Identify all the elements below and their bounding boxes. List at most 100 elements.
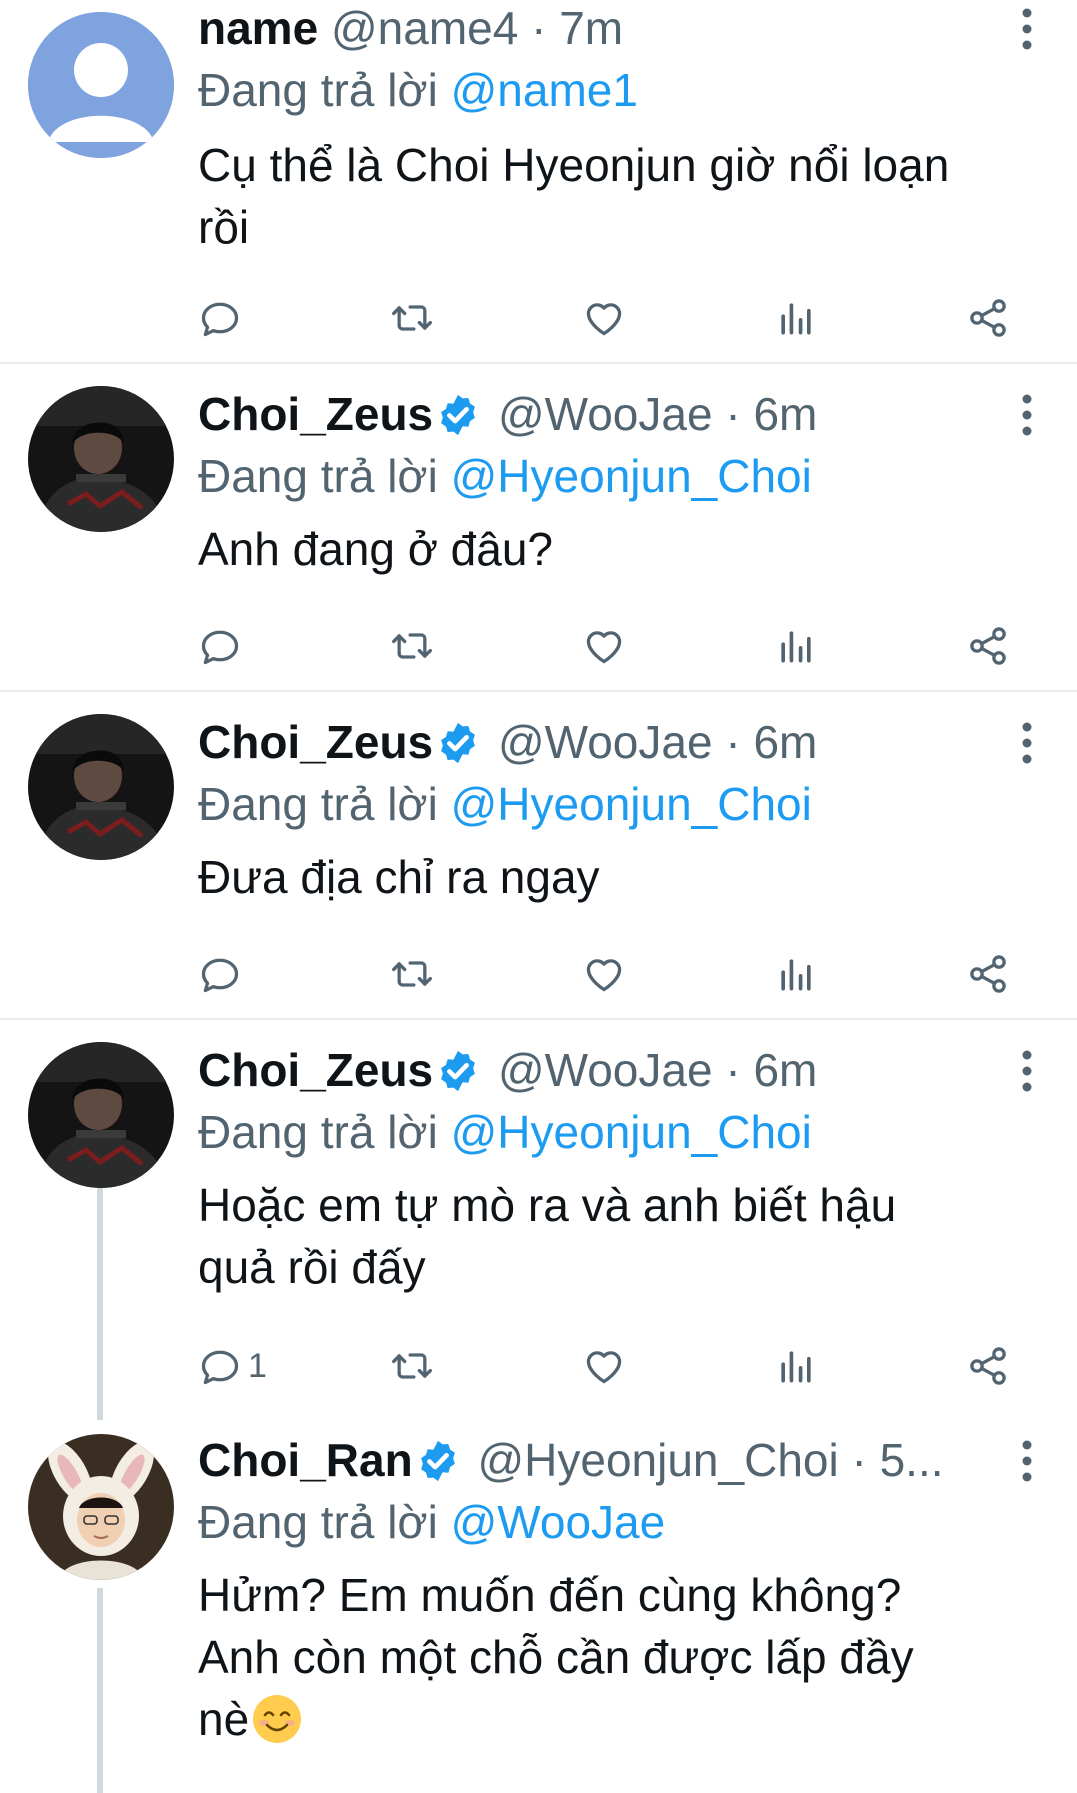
handle[interactable]: @Hyeonjun_Choi	[477, 1434, 838, 1486]
tweet[interactable]: Choi_Zeus @WooJae · 6m Đang trả lời @Hye…	[0, 364, 1077, 690]
avatar[interactable]	[28, 1434, 174, 1580]
default-user-icon	[28, 12, 174, 158]
timestamp[interactable]: · 6m	[725, 388, 817, 440]
tweet-text: Hửm? Em muốn đến cùng không? Anh còn một…	[198, 1564, 1037, 1750]
retweet-button[interactable]	[390, 944, 434, 1004]
share-button[interactable]	[966, 1336, 1010, 1396]
more-options-icon	[1022, 394, 1032, 436]
verified-badge-svg	[441, 1050, 476, 1092]
display-name[interactable]: Choi_Zeus	[198, 1044, 433, 1096]
share-icon	[970, 299, 1006, 337]
reply-button[interactable]	[198, 944, 248, 1004]
retweet-button[interactable]	[390, 288, 434, 348]
retweet-icon	[392, 961, 432, 987]
reply-prefix: Đang trả lời	[198, 64, 438, 116]
reply-prefix: Đang trả lời	[198, 778, 438, 830]
smiling-face-emoji	[251, 1693, 303, 1745]
user-photo-dark	[28, 714, 174, 860]
retweet-button[interactable]	[390, 616, 434, 676]
reply-button[interactable]: 1	[198, 1336, 267, 1396]
more-options-icon	[1022, 1440, 1032, 1482]
action-bar	[0, 616, 1077, 676]
reply-to-mention[interactable]: @Hyeonjun_Choi	[451, 1106, 812, 1158]
reply-prefix: Đang trả lời	[198, 1496, 438, 1548]
like-button[interactable]	[582, 288, 626, 348]
more-options-button[interactable]	[1007, 1436, 1047, 1486]
verified-badge-svg	[441, 722, 476, 764]
views-button[interactable]	[774, 944, 818, 1004]
reply-icon	[201, 302, 239, 337]
share-icon	[970, 627, 1006, 665]
more-options-button[interactable]	[1007, 718, 1047, 768]
tweet-header: name @name4 · 7m	[198, 0, 997, 56]
views-button[interactable]	[774, 288, 818, 348]
share-button[interactable]	[966, 616, 1010, 676]
reply-to-mention[interactable]: @name1	[451, 64, 638, 116]
retweet-icon	[392, 633, 432, 659]
avatar[interactable]	[28, 386, 174, 532]
like-button[interactable]	[582, 1336, 626, 1396]
reply-prefix: Đang trả lời	[198, 450, 438, 502]
display-name[interactable]: name	[198, 2, 318, 54]
user-photo-dark	[28, 1042, 174, 1188]
tweet-text: Hoặc em tự mò ra và anh biết hậu quả rồi…	[198, 1179, 897, 1293]
reply-to-mention[interactable]: @Hyeonjun_Choi	[451, 450, 812, 502]
share-icon	[970, 1347, 1006, 1385]
views-button[interactable]	[774, 1336, 818, 1396]
like-button[interactable]	[582, 944, 626, 1004]
more-options-button[interactable]	[1007, 390, 1047, 440]
reply-prefix: Đang trả lời	[198, 1106, 438, 1158]
reply-button[interactable]	[198, 616, 248, 676]
avatar[interactable]	[28, 12, 174, 158]
avatar[interactable]	[28, 714, 174, 860]
retweet-icon	[392, 1353, 432, 1379]
like-button[interactable]	[582, 616, 626, 676]
verified-badge-icon	[435, 392, 481, 438]
tweet[interactable]: Choi_Ran @Hyeonjun_Choi · 5... Đang trả …	[0, 1420, 1077, 1793]
timestamp[interactable]: · 5...	[852, 1434, 944, 1486]
views-button[interactable]	[774, 616, 818, 676]
handle[interactable]: @WooJae	[498, 388, 713, 440]
timestamp[interactable]: · 6m	[725, 716, 817, 768]
tweet[interactable]: Choi_Zeus @WooJae · 6m Đang trả lời @Hye…	[0, 1020, 1077, 1420]
timestamp[interactable]: · 7m	[531, 2, 623, 54]
handle[interactable]: @WooJae	[498, 716, 713, 768]
tweet-text: Đưa địa chỉ ra ngay	[198, 851, 600, 903]
heart-icon	[586, 303, 622, 336]
analytics-icon	[781, 1351, 811, 1383]
tweet[interactable]: Choi_Zeus @WooJae · 6m Đang trả lời @Hye…	[0, 692, 1077, 1018]
retweet-button[interactable]	[390, 1336, 434, 1396]
tweet-header: Choi_Zeus @WooJae · 6m	[198, 386, 997, 442]
reply-button[interactable]	[198, 288, 248, 348]
reply-context: Đang trả lời @Hyeonjun_Choi	[198, 448, 1017, 504]
display-name[interactable]: Choi_Zeus	[198, 716, 433, 768]
reply-icon	[201, 1350, 239, 1385]
heart-icon	[586, 959, 622, 992]
timestamp[interactable]: · 6m	[725, 1044, 817, 1096]
heart-icon	[586, 1351, 622, 1384]
avatar[interactable]	[28, 1042, 174, 1188]
tweet-text: Cụ thể là Choi Hyeonjun giờ nổi loạn rồi	[198, 139, 950, 253]
display-name[interactable]: Choi_Ran	[198, 1434, 413, 1486]
reply-context: Đang trả lời @WooJae	[198, 1494, 1017, 1550]
more-options-button[interactable]	[1007, 1046, 1047, 1096]
heart-icon	[586, 631, 622, 664]
reply-to-mention[interactable]: @Hyeonjun_Choi	[451, 778, 812, 830]
tweet[interactable]: name @name4 · 7m Đang trả lời @name1 Cụ …	[0, 0, 1077, 362]
handle[interactable]: @name4	[331, 2, 518, 54]
more-options-icon	[1022, 1050, 1032, 1092]
share-icon	[970, 955, 1006, 993]
more-options-icon	[1022, 8, 1032, 50]
handle[interactable]: @WooJae	[498, 1044, 713, 1096]
tweet-header: Choi_Ran @Hyeonjun_Choi · 5...	[198, 1432, 987, 1488]
more-options-button[interactable]	[1007, 4, 1047, 54]
reply-to-mention[interactable]: @WooJae	[451, 1496, 666, 1548]
share-button[interactable]	[966, 288, 1010, 348]
share-button[interactable]	[966, 944, 1010, 1004]
retweet-icon	[392, 305, 432, 331]
analytics-icon	[781, 959, 811, 991]
tweet-text: Anh đang ở đâu?	[198, 523, 554, 575]
tweet-header: Choi_Zeus @WooJae · 6m	[198, 714, 997, 770]
user-photo-bunny-ears	[28, 1434, 174, 1580]
display-name[interactable]: Choi_Zeus	[198, 388, 433, 440]
